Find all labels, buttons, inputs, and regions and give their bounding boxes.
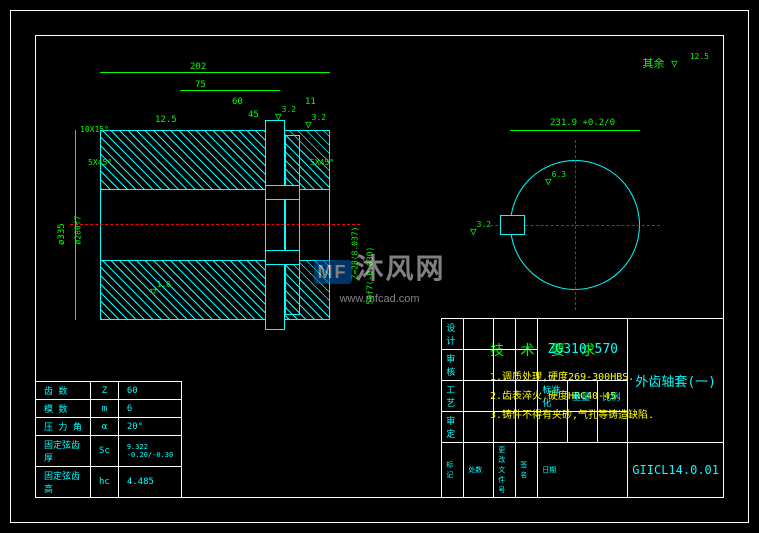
gear-teeth-inner <box>285 135 300 315</box>
table-row: 齿 数Z60 <box>36 382 182 400</box>
dim-12-5: 12.5 <box>155 115 177 125</box>
table-row: 压 力 角α20° <box>36 418 182 436</box>
surface-finish-circle-2: 3.2 <box>470 225 491 238</box>
dim-z28: Z=28(8.037) <box>351 227 360 280</box>
dim-60: 60 <box>232 97 243 107</box>
surface-finish-1: 3.2 <box>275 110 296 123</box>
table-row: 固定弦齿厚Sc9.322 -0.20/-0.30 <box>36 436 182 467</box>
table-row: 固定弦齿高hc4.485 <box>36 467 182 498</box>
dim-11: 11 <box>305 97 316 107</box>
watermark-url: www.mfcad.com <box>339 293 419 305</box>
groove-bottom <box>265 250 300 265</box>
part-name: 外齿轴套(一) <box>628 319 724 443</box>
material: ZG310-570 <box>538 319 628 381</box>
surface-finish-2: 3.2 <box>305 118 326 131</box>
centerline-horizontal <box>70 224 360 225</box>
dimline-202 <box>100 72 330 73</box>
end-view <box>490 140 660 310</box>
drawing-number: GIICL14.0.01 <box>628 443 724 498</box>
dim-45: 45 <box>248 110 259 120</box>
chamfer-5x45-right: 5X45° <box>310 158 334 167</box>
groove-top <box>265 185 300 200</box>
general-roughness-note: 其余 12.5 <box>642 55 709 71</box>
dim-202: 202 <box>190 62 206 72</box>
table-row: 模 数m6 <box>36 400 182 418</box>
section-view <box>100 130 330 320</box>
dimline-75 <box>180 90 280 91</box>
surface-finish-circle-1: 6.3 <box>545 175 566 188</box>
circle-centerline-v <box>575 140 576 310</box>
title-block: 设计 ZG310-570 外齿轴套(一) 审核 工艺 标准化重量比例 审定 标记… <box>441 318 724 498</box>
dim-75: 75 <box>195 80 206 90</box>
dimline-231 <box>510 130 640 131</box>
keyway <box>500 215 525 235</box>
chamfer-10x15: 10X15° <box>80 125 109 134</box>
chamfer-5x45-left: 5X45° <box>88 158 112 167</box>
dim-phi280: ø280f7 <box>74 216 83 245</box>
gear-parameter-table: 齿 数Z60 模 数m6 压 力 角α20° 固定弦齿厚Sc9.322 -0.2… <box>35 381 182 498</box>
surface-finish-bottom: 1.6 <box>150 285 171 298</box>
gear-teeth-outline <box>265 120 285 330</box>
dim-231: 231.9 +0.2/0 <box>550 118 615 128</box>
dim-phi335: ø335 <box>57 223 67 245</box>
